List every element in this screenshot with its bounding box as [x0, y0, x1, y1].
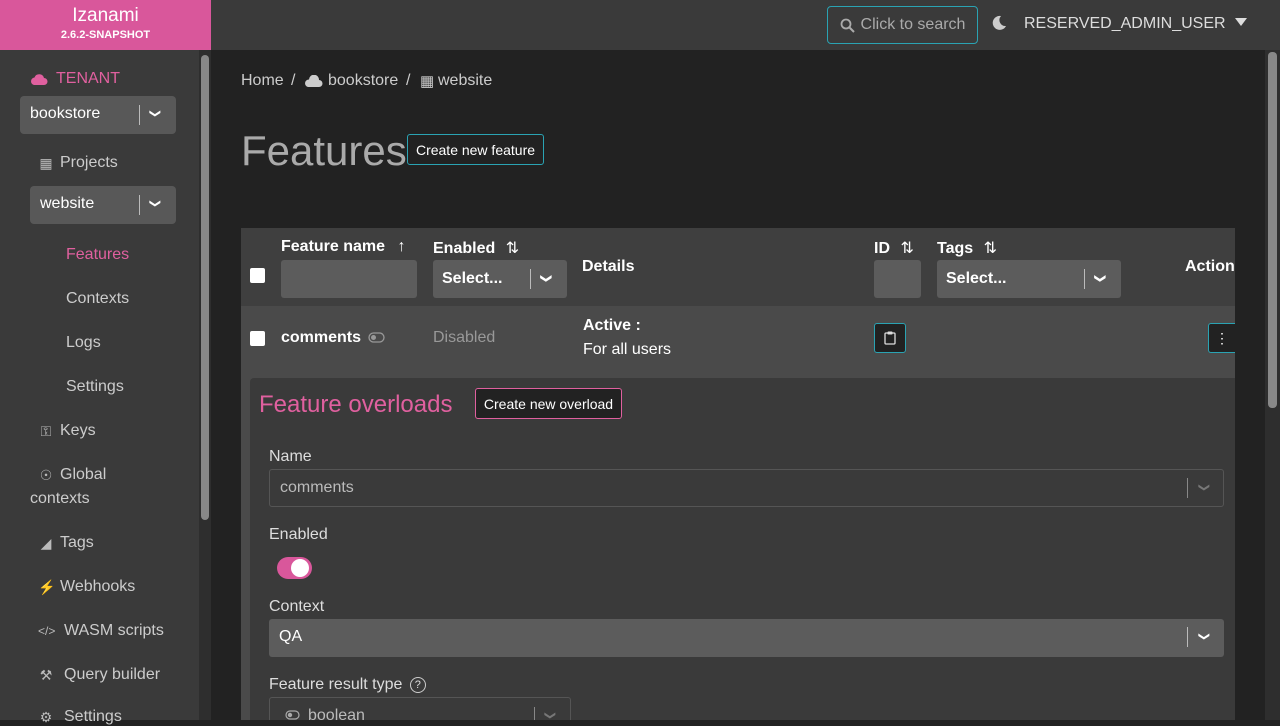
feature-name[interactable]: comments: [281, 329, 361, 347]
plug-icon: ⚡: [38, 578, 56, 595]
moon-icon[interactable]: [991, 15, 1007, 31]
brand-header[interactable]: Izanami 2.6.2-SNAPSHOT: [0, 0, 211, 50]
overload-panel: [250, 378, 1235, 720]
chevron-down-icon: ❯: [149, 198, 162, 209]
header-feature-name[interactable]: Feature name ↑: [281, 238, 406, 256]
feature-name-filter-input[interactable]: [281, 260, 417, 298]
app-version: 2.6.2-SNAPSHOT: [60, 29, 151, 41]
context-select[interactable]: QA ❯: [269, 619, 1224, 657]
search-button[interactable]: Click to search: [827, 6, 978, 44]
page-title: Features: [241, 127, 407, 174]
help-icon[interactable]: ?: [409, 677, 426, 693]
tenant-label: TENANT: [30, 70, 120, 88]
overload-name-select[interactable]: comments ❯: [269, 469, 1224, 507]
enabled-filter-select[interactable]: Select... ❯: [433, 260, 567, 298]
globe-icon: ☉: [39, 466, 53, 483]
breadcrumb-separator: /: [406, 72, 411, 89]
create-overload-button[interactable]: Create new overload: [475, 388, 622, 419]
row-actions-button[interactable]: ⋮: [1208, 323, 1235, 353]
app-name: Izanami: [72, 5, 139, 26]
header-enabled[interactable]: Enabled ⇅: [433, 238, 519, 258]
toggle-icon: [285, 710, 300, 720]
sort-asc-icon[interactable]: ↑: [398, 238, 406, 255]
header-tags[interactable]: Tags ⇅: [937, 238, 997, 258]
search-icon: [840, 18, 855, 33]
project-select-value: website: [40, 195, 95, 212]
result-type-label: Feature result type ?: [269, 676, 426, 694]
enabled-toggle[interactable]: [277, 557, 312, 579]
name-label: Name: [269, 448, 312, 465]
chevron-down-icon: ❯: [1198, 482, 1211, 493]
sidebar: Izanami 2.6.2-SNAPSHOT TENANT bookstore …: [0, 0, 211, 725]
main-scrollbar-thumb[interactable]: [1268, 52, 1277, 408]
code-icon: </>: [38, 624, 56, 638]
header-id[interactable]: ID ⇅: [874, 238, 914, 258]
tenant-select-value: bookstore: [30, 105, 101, 122]
clipboard-icon: [884, 331, 896, 345]
sidebar-item-features[interactable]: Features: [66, 246, 129, 264]
cloud-icon: [305, 75, 323, 87]
breadcrumb-separator: /: [291, 72, 296, 89]
hammer-icon: ⚒: [39, 666, 53, 683]
project-select[interactable]: website ❯: [30, 186, 176, 224]
sidebar-item-project-settings[interactable]: Settings: [66, 378, 124, 396]
header-actions: Action: [1185, 258, 1235, 275]
table-row: [241, 306, 1235, 370]
chevron-down-icon: ❯: [544, 710, 557, 720]
toggle-icon: [368, 332, 385, 343]
create-feature-button[interactable]: Create new feature: [407, 134, 544, 165]
tag-icon: ◢: [40, 534, 52, 551]
result-type-select[interactable]: boolean ❯: [269, 697, 571, 720]
copy-id-button[interactable]: [874, 323, 906, 353]
caret-down-icon[interactable]: [1235, 18, 1247, 26]
building-icon: ▦: [420, 73, 435, 90]
chevron-down-icon: ❯: [1198, 631, 1211, 642]
tenant-select[interactable]: bookstore ❯: [20, 96, 176, 134]
sidebar-item-query-builder[interactable]: ⚒ Query builder: [38, 666, 160, 684]
sidebar-item-projects[interactable]: ▦ Projects: [38, 154, 117, 172]
gear-icon: ⚙: [39, 708, 53, 725]
cloud-icon: [31, 73, 48, 85]
user-menu[interactable]: RESERVED_ADMIN_USER: [1024, 15, 1226, 33]
details-title: Active :: [583, 317, 641, 334]
breadcrumb-project[interactable]: website: [438, 72, 492, 90]
row-checkbox[interactable]: [250, 331, 265, 346]
sidebar-item-global-contexts-line2[interactable]: contexts: [30, 490, 90, 508]
sort-icon[interactable]: ⇅: [984, 240, 997, 257]
sidebar-item-tags[interactable]: ◢ Tags: [38, 534, 94, 552]
key-icon: ⚿: [40, 422, 52, 439]
tags-filter-select[interactable]: Select... ❯: [937, 260, 1121, 298]
toggle-knob: [291, 559, 309, 577]
header-details: Details: [582, 258, 635, 275]
sidebar-item-logs[interactable]: Logs: [66, 334, 101, 352]
sidebar-item-webhooks[interactable]: ⚡ Webhooks: [38, 578, 135, 596]
sidebar-item-global-contexts[interactable]: ☉ Global: [38, 466, 107, 484]
details-value: For all users: [583, 341, 672, 358]
more-vertical-icon: ⋮: [1215, 330, 1229, 346]
context-label: Context: [269, 598, 325, 615]
sidebar-item-settings[interactable]: ⚙ Settings: [38, 708, 122, 726]
sidebar-item-wasm-scripts[interactable]: </> WASM scripts: [38, 622, 164, 640]
enabled-label: Enabled: [269, 526, 328, 543]
overload-title: Feature overloads: [259, 391, 453, 418]
sidebar-scrollbar-thumb[interactable]: [201, 55, 209, 520]
chevron-down-icon: ❯: [1094, 273, 1107, 284]
sort-icon[interactable]: ⇅: [506, 240, 519, 257]
select-all-checkbox[interactable]: [250, 268, 265, 283]
breadcrumb-home[interactable]: Home: [241, 72, 284, 90]
building-icon: ▦: [39, 154, 53, 171]
chevron-down-icon: ❯: [540, 273, 553, 284]
feature-status: Disabled: [433, 329, 496, 346]
breadcrumb-tenant[interactable]: bookstore: [328, 72, 398, 90]
sidebar-item-keys[interactable]: ⚿ Keys: [38, 422, 96, 440]
sort-icon[interactable]: ⇅: [900, 240, 913, 257]
sidebar-item-contexts[interactable]: Contexts: [66, 290, 129, 308]
chevron-down-icon: ❯: [149, 108, 162, 119]
id-filter-input[interactable]: [874, 260, 921, 298]
